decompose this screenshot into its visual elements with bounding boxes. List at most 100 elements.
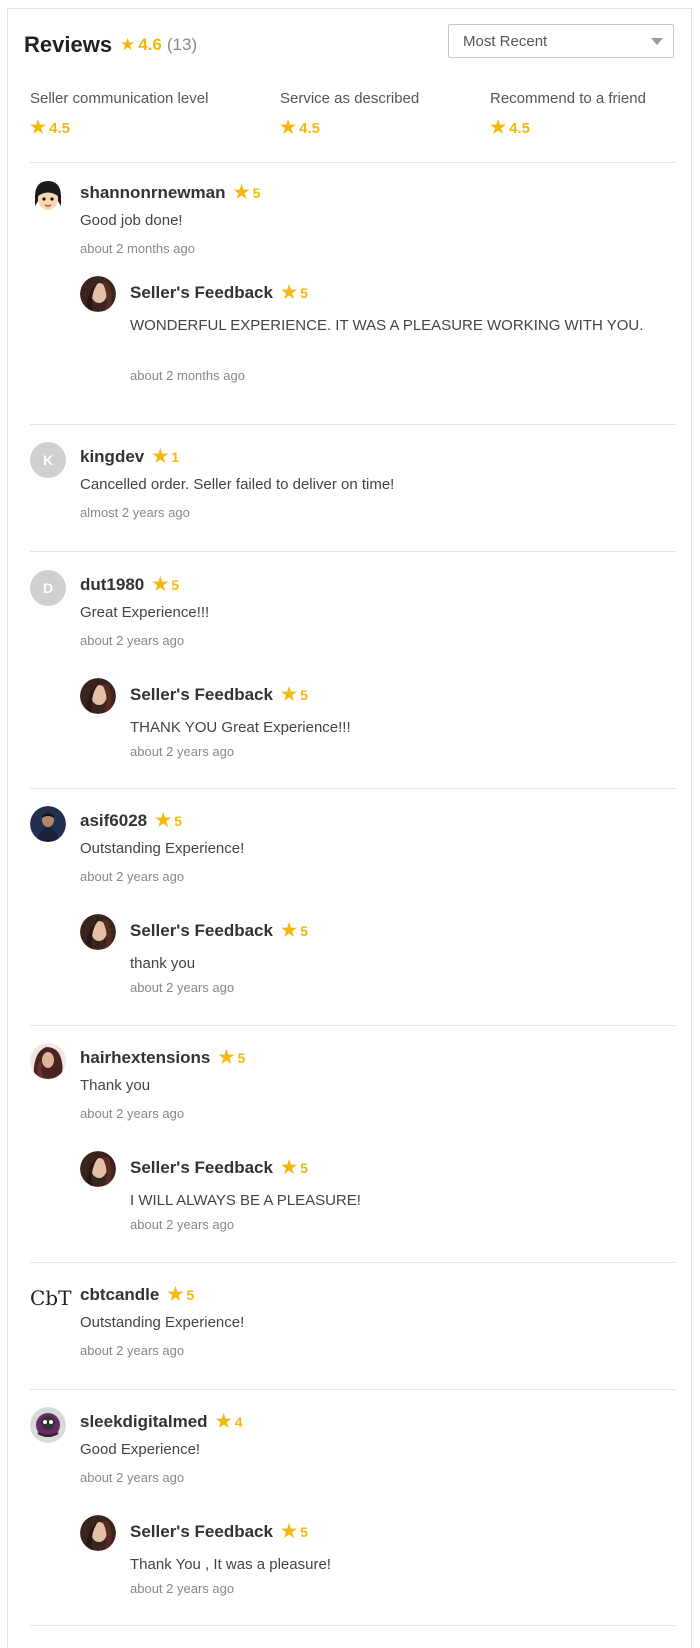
star-icon: ★ xyxy=(280,684,298,704)
star-icon: ★ xyxy=(30,117,47,137)
reviews-title: Reviews xyxy=(24,32,113,57)
review-time: about 2 years ago xyxy=(80,633,185,648)
feedback-rating: ★ 5 xyxy=(280,684,308,704)
star-icon: ★ xyxy=(280,1521,298,1541)
feedback-rating-value: 5 xyxy=(300,923,308,939)
seller-avatar[interactable] xyxy=(80,1151,116,1187)
feedback-text: I WILL ALWAYS BE A PLEASURE! xyxy=(130,1192,361,1209)
seller-avatar[interactable] xyxy=(80,276,116,312)
metric-label: Seller communication level xyxy=(30,90,209,107)
metric-value: ★ 4.5 xyxy=(490,117,646,138)
review-text: Cancelled order. Seller failed to delive… xyxy=(80,476,395,493)
star-icon: ★ xyxy=(152,446,169,466)
review-rating: ★ 5 xyxy=(155,810,183,830)
seller-feedback: Seller's Feedback ★ 5 WONDERFUL EXPERIENCE… xyxy=(80,276,643,396)
review-text: Great Experience!!! xyxy=(80,604,210,621)
cbt-logo-avatar[interactable]: CbT xyxy=(30,1280,71,1316)
review-username[interactable]: shannonrnewman ★ 5 xyxy=(80,182,260,203)
divider xyxy=(30,1625,676,1626)
username-text[interactable]: dut1980 xyxy=(80,575,144,594)
username-text[interactable]: cbtcandle xyxy=(80,1285,159,1304)
review-time: about 2 years ago xyxy=(80,869,185,884)
overall-rating-value: 4.6 xyxy=(138,35,162,54)
sort-select-value: Most Recent xyxy=(463,33,548,50)
star-icon: ★ xyxy=(152,574,169,594)
review-username[interactable]: cbtcandle ★ 5 xyxy=(80,1284,194,1305)
letter-avatar[interactable]: K xyxy=(30,442,66,478)
star-icon: ★ xyxy=(490,117,507,137)
review-text: Thank you xyxy=(80,1077,151,1094)
sort-select[interactable]: Most Recent xyxy=(448,24,674,58)
divider xyxy=(30,551,676,552)
feedback-text: WONDERFUL EXPERIENCE. IT WAS A PLEASURE … xyxy=(130,317,644,334)
star-icon: ★ xyxy=(280,117,297,137)
feedback-time: about 2 months ago xyxy=(130,368,245,383)
metric-label: Service as described xyxy=(280,90,420,107)
letter-avatar[interactable]: D xyxy=(30,570,66,606)
username-text[interactable]: sleekdigitalmed xyxy=(80,1412,208,1431)
seller-feedback: Seller's Feedback ★ 5 thank you about 2 ye… xyxy=(80,914,640,1009)
photo-avatar[interactable] xyxy=(30,1407,66,1443)
review-rating-value: 5 xyxy=(174,813,183,829)
feedback-title-text: Seller's Feedback xyxy=(130,921,273,940)
divider xyxy=(30,424,676,425)
review-text: Good job done! xyxy=(80,212,183,229)
review-rating-value: 5 xyxy=(171,577,180,593)
seller-avatar[interactable] xyxy=(80,1515,116,1551)
feedback-title-text: Seller's Feedback xyxy=(130,1158,273,1177)
review-username[interactable]: hairhextensions ★ 5 xyxy=(80,1047,245,1068)
star-icon: ★ xyxy=(155,810,172,830)
feedback-title-text: Seller's Feedback xyxy=(130,685,273,704)
review-rating-value: 5 xyxy=(252,185,261,201)
review-rating-value: 5 xyxy=(237,1050,246,1066)
feedback-rating-value: 5 xyxy=(300,1160,308,1176)
review-username[interactable]: kingdev ★ 1 xyxy=(80,446,179,467)
review-time: almost 2 years ago xyxy=(80,505,190,520)
seller-feedback: Seller's Feedback ★ 5 THANK YOU Great Expe… xyxy=(80,678,640,773)
review-rating-value: 1 xyxy=(171,449,180,465)
review-time: about 2 years ago xyxy=(80,1106,185,1121)
feedback-title: Seller's Feedback ★ 5 xyxy=(130,282,308,303)
seller-avatar[interactable] xyxy=(80,678,116,714)
review-rating: ★ 4 xyxy=(215,1411,243,1431)
star-icon: ★ xyxy=(215,1411,232,1431)
username-text[interactable]: kingdev xyxy=(80,447,144,466)
review-username[interactable]: dut1980 ★ 5 xyxy=(80,574,179,595)
star-icon: ★ xyxy=(280,1157,298,1177)
review-rating: ★ 5 xyxy=(233,182,261,202)
metric-label: Recommend to a friend xyxy=(490,90,646,107)
chevron-down-icon xyxy=(651,38,663,45)
feedback-rating: ★ 5 xyxy=(281,282,308,302)
metric-value-text: 4.5 xyxy=(299,120,320,137)
overall-rating: ★ 4.6 (13) xyxy=(120,35,197,55)
feedback-rating-value: 5 xyxy=(300,1524,308,1540)
username-text[interactable]: asif6028 xyxy=(80,811,147,830)
reviews-header: Reviews ★ 4.6 (13) Most Recent xyxy=(24,24,674,68)
feedback-text: THANK YOU Great Experience!!! xyxy=(130,719,351,736)
review-username[interactable]: sleekdigitalmed ★ 4 xyxy=(80,1411,243,1432)
divider xyxy=(30,1262,676,1263)
metric-value: ★ 4.5 xyxy=(30,117,208,138)
seller-avatar[interactable] xyxy=(80,914,116,950)
feedback-text: thank you xyxy=(130,955,196,972)
feedback-rating: ★ 5 xyxy=(280,1157,308,1177)
review-rating-value: 4 xyxy=(234,1414,243,1430)
cartoon-girl-avatar[interactable] xyxy=(30,178,66,214)
username-text[interactable]: shannonrnewman xyxy=(80,183,225,202)
metric-value: ★ 4.5 xyxy=(280,117,419,138)
feedback-time: about 2 years ago xyxy=(130,744,235,759)
star-icon: ★ xyxy=(218,1047,235,1067)
feedback-title-text: Seller's Feedback xyxy=(130,283,273,302)
review-username[interactable]: asif6028 ★ 5 xyxy=(80,810,182,831)
photo-avatar[interactable] xyxy=(30,1043,66,1079)
feedback-time: about 2 years ago xyxy=(130,1581,235,1596)
photo-avatar[interactable] xyxy=(30,806,66,842)
metric-service: Service as described ★ 4.5 xyxy=(280,90,419,138)
username-text[interactable]: hairhextensions xyxy=(80,1048,210,1067)
metric-value-text: 4.5 xyxy=(49,120,70,137)
divider xyxy=(30,788,676,789)
feedback-title: Seller's Feedback ★ 5 xyxy=(130,684,308,705)
metric-recommend: Recommend to a friend ★ 4.5 xyxy=(490,90,646,138)
review-time: about 2 months ago xyxy=(80,241,195,256)
review-time: about 2 years ago xyxy=(80,1343,185,1358)
